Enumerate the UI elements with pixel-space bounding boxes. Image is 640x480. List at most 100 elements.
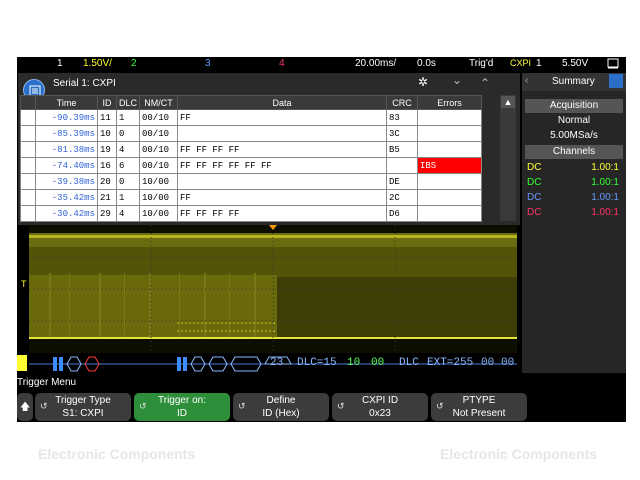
crc-cell: DE (386, 173, 418, 190)
sidebar-header: ‹ Summary (522, 73, 626, 91)
id-cell: 19 (97, 141, 117, 158)
select-column-header (20, 95, 36, 110)
waveform-trace (29, 225, 517, 353)
errors-cell (417, 141, 482, 158)
crc-cell: 3C (386, 125, 418, 142)
channel-probe-ratio: 1.00:1 (591, 207, 619, 218)
protocol-decode-bus[interactable]: 23 DLC=15 10 00 DLC EXT=255 00 00 (29, 355, 517, 373)
softkey-ptype[interactable]: ↺ PTYPE Not Present (431, 393, 527, 421)
trigger-level[interactable]: 5.50V (562, 58, 588, 69)
ch1-scale[interactable]: 1.50V/ (83, 58, 112, 69)
softkey-cxpi-id[interactable]: ↺ CXPI ID 0x23 (332, 393, 428, 421)
panel-title: Serial 1: CXPI (53, 78, 116, 89)
channel-row-3[interactable]: DC 1.00:1 (525, 192, 623, 206)
row-select-cell[interactable] (20, 141, 36, 158)
table-row[interactable]: -90.39ms 11 1 00/10 FF 83 (20, 109, 482, 126)
row-select-cell[interactable] (20, 109, 36, 126)
data-cell: FF FF FF FF (177, 141, 387, 158)
column-header-id[interactable]: ID (97, 95, 117, 110)
bus-marker[interactable] (17, 355, 27, 371)
id-cell: 29 (97, 205, 117, 222)
summary-tab[interactable]: Summary (552, 76, 595, 87)
ch2-label[interactable]: 2 (131, 58, 137, 69)
scroll-up-icon[interactable]: ▲ (501, 96, 515, 108)
row-select-cell[interactable] (20, 125, 36, 142)
watermark-right: Electronic Components (440, 446, 598, 462)
time-cell: -39.38ms (35, 173, 98, 190)
acquisition-header[interactable]: Acquisition (525, 99, 623, 113)
chevron-down-icon[interactable]: ⌄ (452, 73, 462, 87)
menu-icon[interactable] (609, 74, 623, 88)
channel-row-2[interactable]: DC 1.00:1 (525, 177, 623, 191)
data-cell: FF (177, 109, 387, 126)
crc-cell (386, 157, 418, 174)
channel-coupling: DC (527, 207, 542, 218)
trigger-status: Trig'd (469, 58, 494, 69)
table-row[interactable]: -74.40ms 16 6 00/10 FF FF FF FF FF FF IB… (20, 157, 482, 174)
column-header-dlc[interactable]: DLC (116, 95, 140, 110)
ch4-label[interactable]: 4 (279, 58, 285, 69)
decode-ext-value: EXT=255 (427, 357, 474, 369)
column-header-nmct[interactable]: NM/CT (139, 95, 178, 110)
column-header-errors[interactable]: Errors (417, 95, 482, 110)
crc-cell: B5 (386, 141, 418, 158)
id-cell: 20 (97, 173, 117, 190)
gear-icon[interactable]: ✲ (418, 75, 428, 89)
crc-cell: 2C (386, 189, 418, 206)
column-header-time[interactable]: Time (35, 95, 98, 110)
row-select-cell[interactable] (20, 157, 36, 174)
timebase-scale[interactable]: 20.00ms/ (355, 58, 396, 69)
column-header-data[interactable]: Data (177, 95, 387, 110)
screen-icon[interactable] (607, 57, 619, 72)
errors-cell (417, 173, 482, 190)
table-row[interactable]: -81.38ms 19 4 00/10 FF FF FF FF B5 (20, 141, 482, 158)
dlc-cell: 0 (116, 125, 140, 142)
ch3-label[interactable]: 3 (205, 58, 211, 69)
channel-coupling: DC (527, 177, 542, 188)
trigger-source[interactable]: CXPI (510, 58, 531, 68)
nmct-cell: 00/10 (139, 125, 178, 142)
row-select-cell[interactable] (20, 205, 36, 222)
time-cell: -30.42ms (35, 205, 98, 222)
table-row[interactable]: -39.38ms 20 0 10/00 DE (20, 173, 482, 190)
errors-cell (417, 125, 482, 142)
column-header-crc[interactable]: CRC (386, 95, 418, 110)
decode-id-value: 23 (270, 357, 284, 369)
waveform-display[interactable] (29, 225, 517, 353)
softkey-trigger-on[interactable]: ↺ Trigger on: ID (134, 393, 230, 421)
chevron-up-icon[interactable]: ⌃ (480, 76, 490, 90)
trigger-channel[interactable]: 1 (536, 58, 542, 69)
time-cell: -85.39ms (35, 125, 98, 142)
time-delay[interactable]: 0.0s (417, 58, 436, 69)
table-row[interactable]: -85.39ms 10 0 00/10 3C (20, 125, 482, 142)
channel-row-1[interactable]: DC 1.00:1 (525, 162, 623, 176)
channel-row-4[interactable]: DC 1.00:1 (525, 207, 623, 221)
summary-sidebar: ‹ Summary Acquisition Normal 5.00MSa/s C… (522, 73, 626, 373)
time-cell: -81.38ms (35, 141, 98, 158)
ch1-ground-marker[interactable]: T (21, 279, 27, 289)
chevron-left-icon[interactable]: ‹ (525, 75, 528, 86)
dlc-cell: 0 (116, 173, 140, 190)
softkey-define[interactable]: ↺ Define ID (Hex) (233, 393, 329, 421)
ch1-number[interactable]: 1 (57, 58, 63, 69)
id-cell: 11 (97, 109, 117, 126)
data-cell: FF (177, 189, 387, 206)
back-button[interactable]: 🡅 (17, 393, 33, 421)
time-cell: -35.42ms (35, 189, 98, 206)
table-scrollbar[interactable]: ▲ (500, 95, 516, 221)
table-row[interactable]: -35.42ms 21 1 10/00 FF 2C (20, 189, 482, 206)
row-select-cell[interactable] (20, 189, 36, 206)
table-row[interactable]: -30.42ms 29 4 10/00 FF FF FF FF D6 (20, 205, 482, 222)
softkey-bar: 🡅 ↺ Trigger Type S1: CXPI ↺ Trigger on: … (17, 393, 626, 422)
status-bar: 1 1.50V/ 2 3 4 20.00ms/ 0.0s Trig'd CXPI… (17, 57, 626, 71)
id-cell: 16 (97, 157, 117, 174)
errors-cell (417, 109, 482, 126)
softkey-trigger-type[interactable]: ↺ Trigger Type S1: CXPI (35, 393, 131, 421)
watermark-left: Electronic Components (38, 446, 196, 462)
decode-byte2: 00 (501, 357, 515, 369)
acquisition-rate: 5.00MSa/s (550, 130, 598, 141)
channel-probe-ratio: 1.00:1 (591, 162, 619, 173)
row-select-cell[interactable] (20, 173, 36, 190)
channels-header[interactable]: Channels (525, 145, 623, 159)
crc-cell: 83 (386, 109, 418, 126)
